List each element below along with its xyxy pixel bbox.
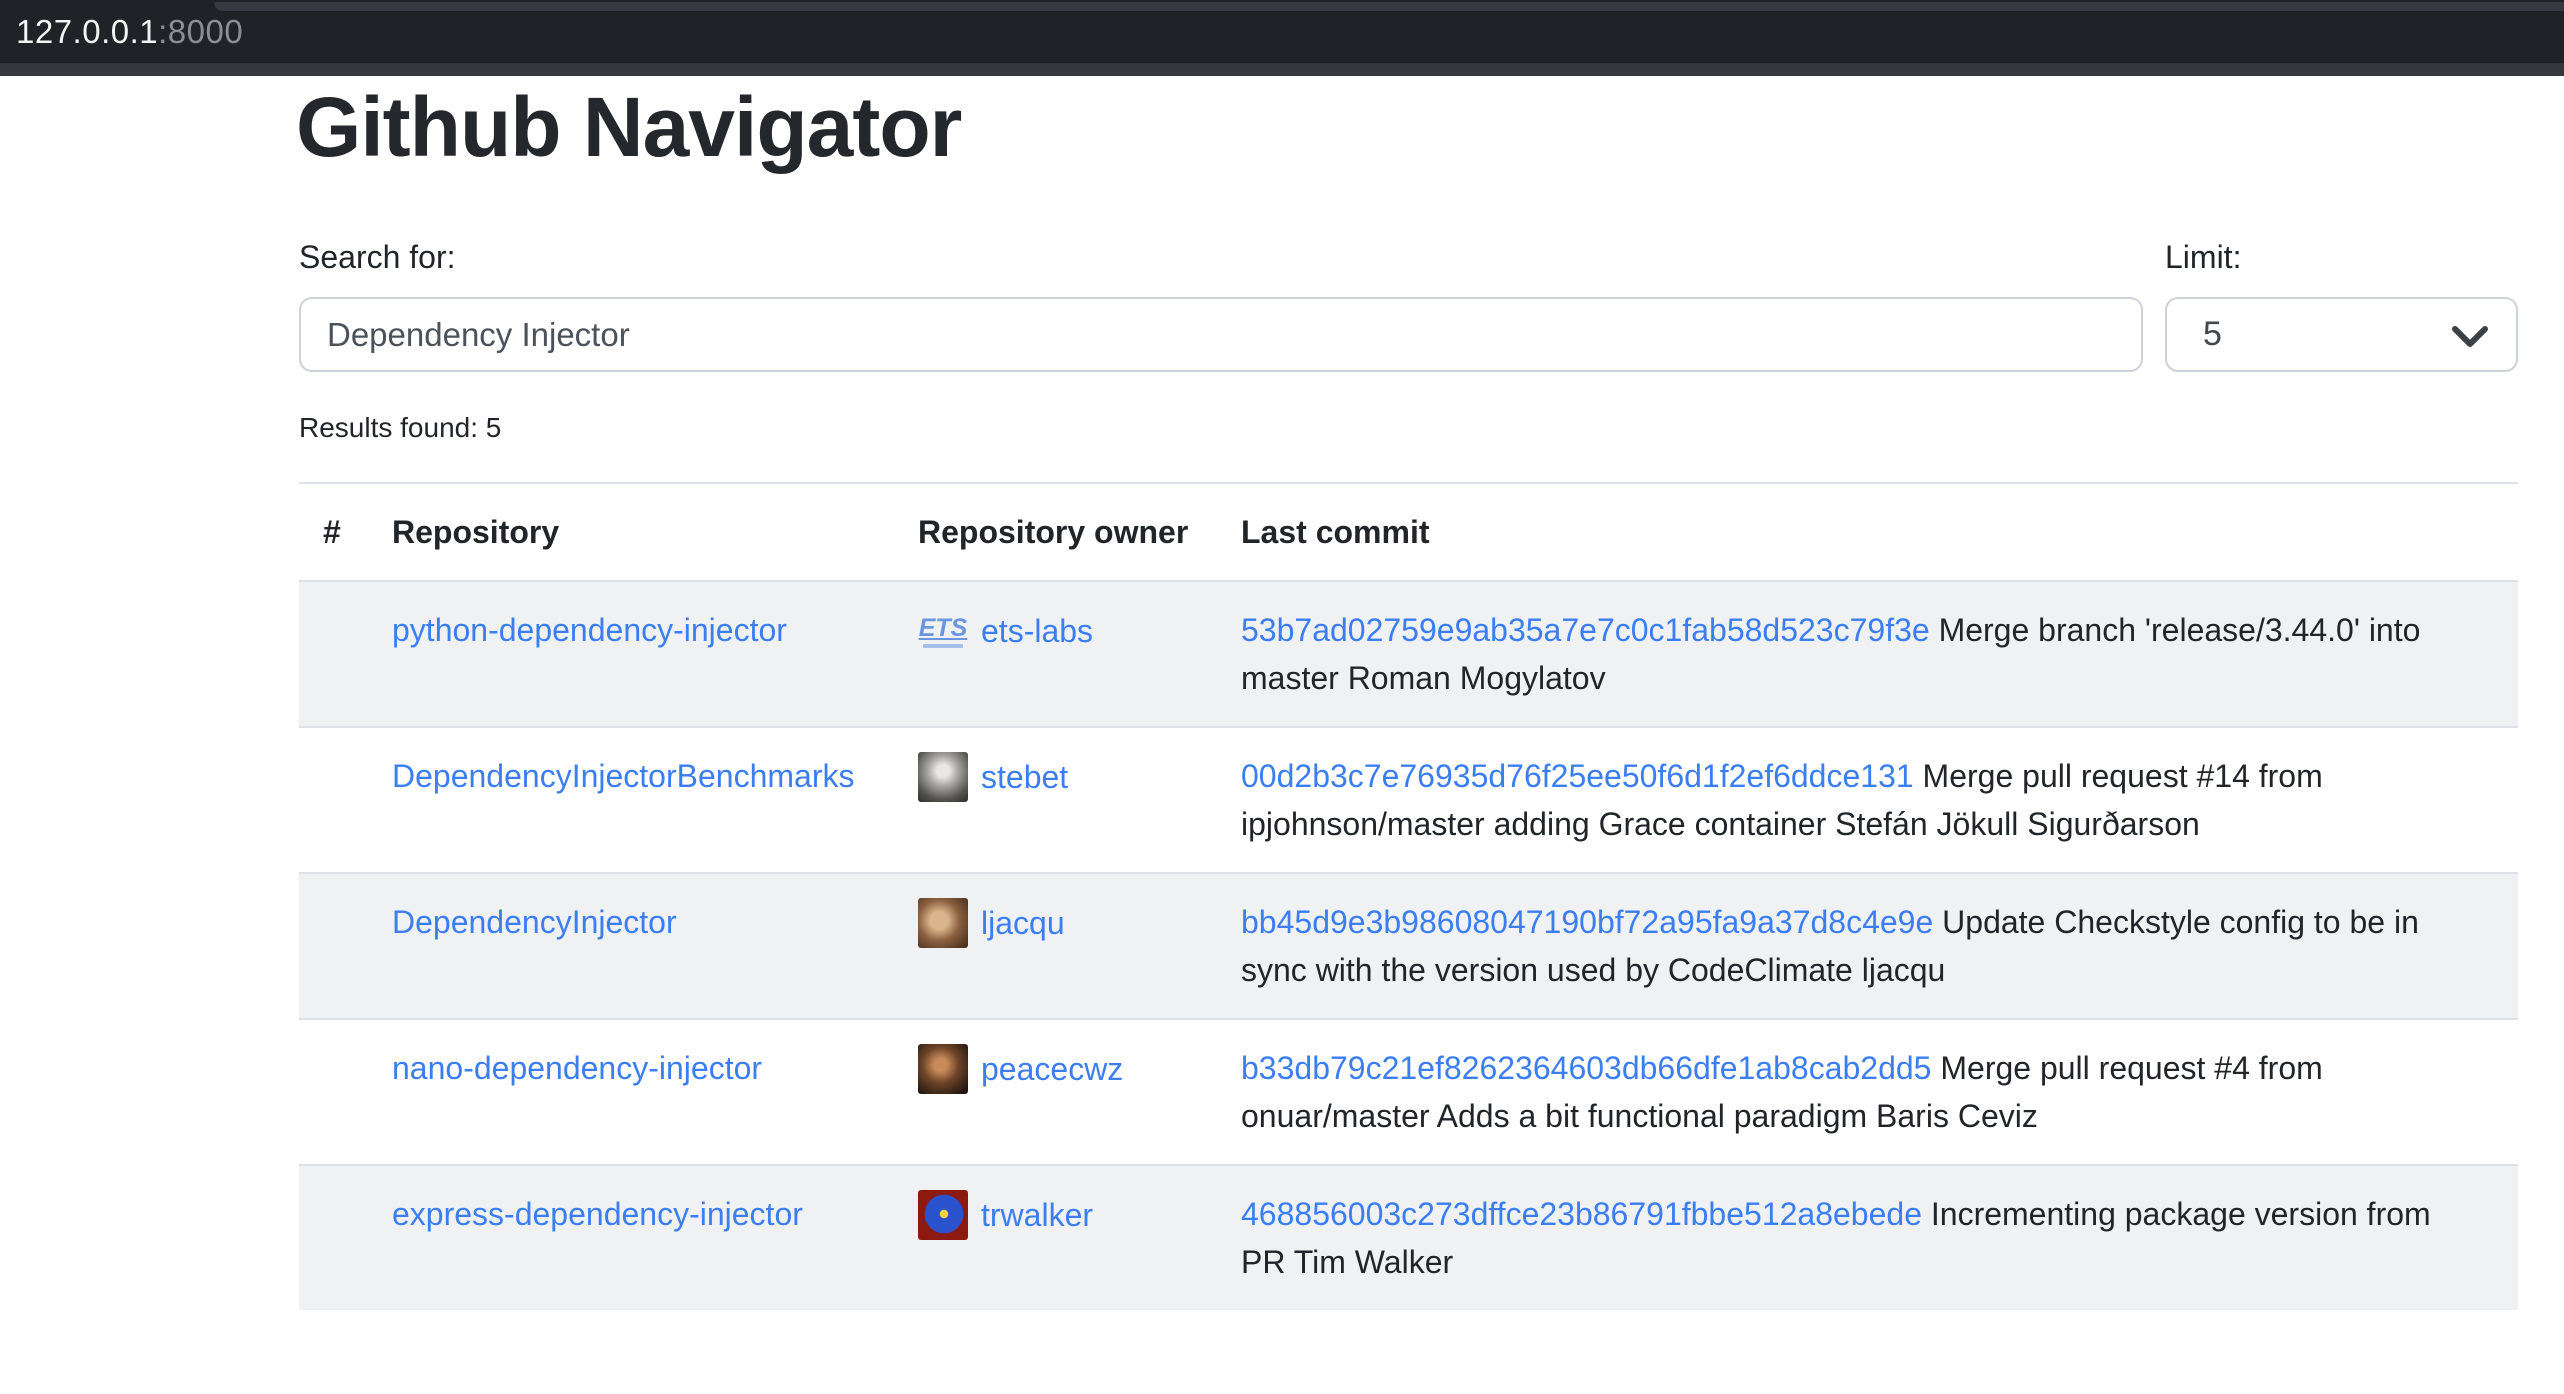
row-index-cell	[299, 727, 368, 873]
owner-link[interactable]: trwalker	[981, 1191, 1093, 1239]
url-port: :8000	[158, 13, 243, 50]
col-header-last-commit: Last commit	[1217, 483, 2518, 581]
limit-label: Limit:	[2165, 234, 2518, 280]
browser-toolbar-edge	[0, 63, 2564, 76]
owner-avatar-image[interactable]: ETS	[918, 606, 968, 656]
limit-select[interactable]: 5	[2165, 297, 2518, 372]
search-form: Search for: Limit: 5	[299, 234, 2518, 372]
commit-message-line1: Incrementing package version from	[1922, 1196, 2431, 1232]
repository-link[interactable]: python-dependency-injector	[392, 612, 787, 648]
commit-message-line2: sync with the version used by CodeClimat…	[1241, 946, 2494, 994]
col-header-repository: Repository	[368, 483, 894, 581]
table-row: nano-dependency-injector peacecwz b33db79c…	[299, 1019, 2518, 1165]
page-title: Github Navigator	[296, 85, 961, 169]
commit-hash-link[interactable]: 468856003c273dffce23b86791fbbe512a8ebede	[1241, 1196, 1922, 1232]
row-index-cell	[299, 581, 368, 727]
repository-link[interactable]: express-dependency-injector	[392, 1196, 803, 1232]
browser-tab-strip	[214, 2, 2564, 11]
table-row: DependencyInjectorBenchmarks stebet 00d2b3…	[299, 727, 2518, 873]
commit-hash-link[interactable]: b33db79c21ef8262364603db66dfe1ab8cab2dd5	[1241, 1050, 1931, 1086]
ets-logo-tagline	[923, 644, 963, 648]
commit-message-line1: Merge pull request #14 from	[1914, 758, 2323, 794]
table-row: python-dependency-injector ETS ets-labs 53b…	[299, 581, 2518, 727]
chevron-down-icon	[2452, 326, 2488, 348]
col-header-index: #	[299, 483, 368, 581]
limit-select-value: 5	[2203, 315, 2222, 354]
repository-link[interactable]: nano-dependency-injector	[392, 1050, 762, 1086]
col-header-owner: Repository owner	[894, 483, 1217, 581]
owner-link[interactable]: ets-labs	[981, 607, 1093, 655]
repository-link[interactable]: DependencyInjectorBenchmarks	[392, 758, 854, 794]
table-row: DependencyInjector ljacqu bb45d9e3b9860804…	[299, 873, 2518, 1019]
url-host: 127.0.0.1	[16, 13, 158, 50]
results-summary: Results found: 5	[299, 408, 501, 448]
row-index-cell	[299, 1165, 368, 1310]
commit-message-line2: ipjohnson/master adding Grace container …	[1241, 800, 2494, 848]
search-label: Search for:	[299, 234, 2143, 280]
repository-link[interactable]: DependencyInjector	[392, 904, 677, 940]
commit-hash-link[interactable]: bb45d9e3b98608047190bf72a95fa9a37d8c4e9e	[1241, 904, 1933, 940]
commit-message-line2: PR Tim Walker	[1241, 1238, 2494, 1286]
commit-hash-link[interactable]: 00d2b3c7e76935d76f25ee50f6d1f2ef6ddce131	[1241, 758, 1914, 794]
row-index-cell	[299, 1019, 368, 1165]
row-index-cell	[299, 873, 368, 1019]
commit-hash-link[interactable]: 53b7ad02759e9ab35a7e7c0c1fab58d523c79f3e	[1241, 612, 1930, 648]
commit-message-line1: Merge pull request #4 from	[1931, 1050, 2322, 1086]
owner-avatar-image[interactable]	[918, 1190, 968, 1240]
owner-link[interactable]: peacecwz	[981, 1045, 1123, 1093]
ets-logo-icon: ETS	[919, 615, 968, 641]
owner-avatar-image[interactable]	[918, 898, 968, 948]
table-row: express-dependency-injector trwalker 46885…	[299, 1165, 2518, 1310]
owner-avatar-image[interactable]	[918, 1044, 968, 1094]
owner-link[interactable]: stebet	[981, 753, 1068, 801]
address-bar[interactable]: 127.0.0.1:8000	[16, 14, 243, 50]
table-header-row: # Repository Repository owner Last commi…	[299, 483, 2518, 581]
search-input[interactable]	[299, 297, 2143, 372]
owner-avatar-image[interactable]	[918, 752, 968, 802]
commit-message-line2: master Roman Mogylatov	[1241, 654, 2494, 702]
commit-message-line2: onuar/master Adds a bit functional parad…	[1241, 1092, 2494, 1140]
results-table: # Repository Repository owner Last commi…	[299, 482, 2518, 1310]
owner-link[interactable]: ljacqu	[981, 899, 1065, 947]
commit-message-line1: Update Checkstyle config to be in	[1933, 904, 2419, 940]
browser-top-bar: 127.0.0.1:8000	[0, 0, 2564, 63]
commit-message-line1: Merge branch 'release/3.44.0' into	[1930, 612, 2421, 648]
